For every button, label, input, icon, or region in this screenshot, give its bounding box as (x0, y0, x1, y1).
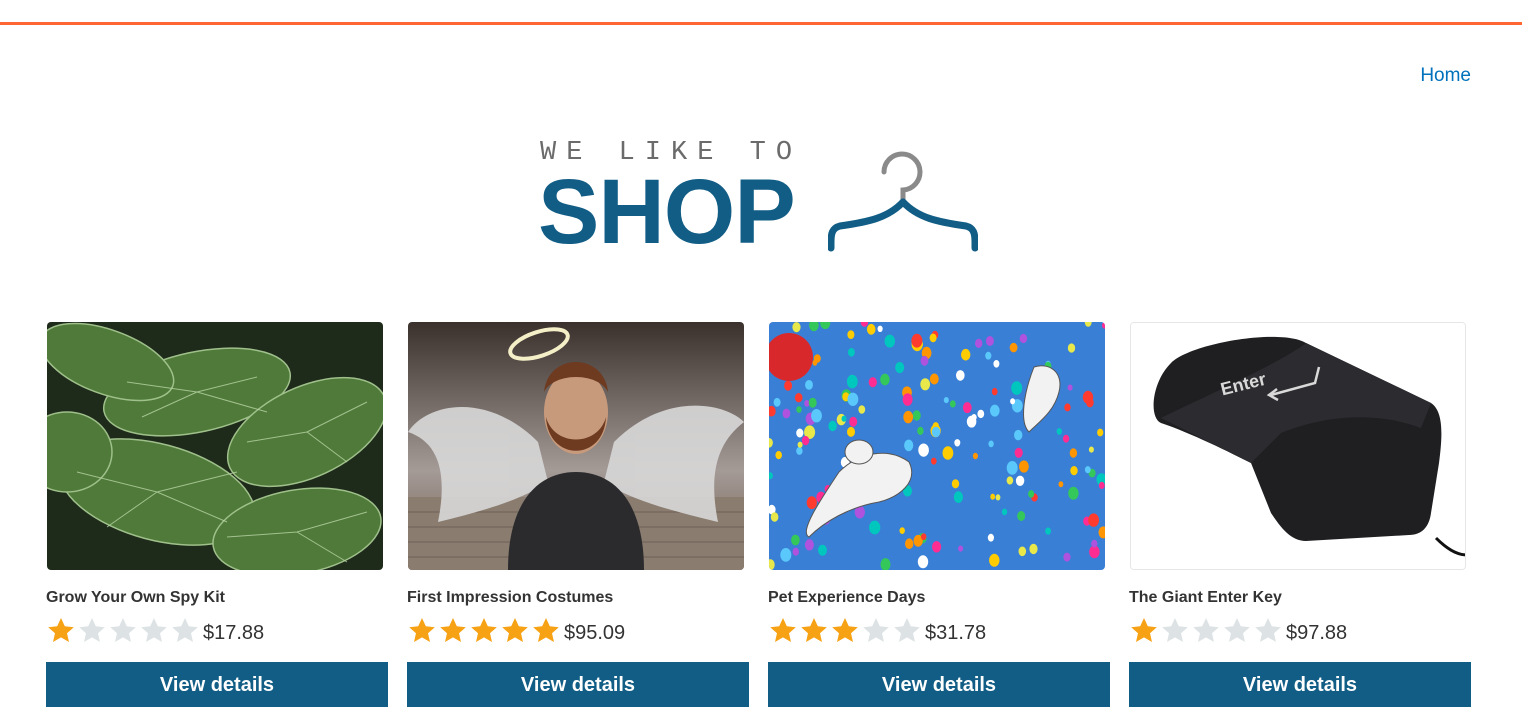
product-title: Pet Experience Days (768, 589, 926, 606)
star-empty-icon (1222, 616, 1253, 644)
product-rating: $31.78 (768, 616, 986, 644)
header-accent-bar (0, 0, 1522, 25)
star-filled-icon (531, 616, 562, 644)
hanger-icon (828, 151, 978, 252)
leaves-image[interactable] (47, 322, 383, 570)
star-empty-icon (1191, 616, 1222, 644)
product-price: $31.78 (925, 621, 987, 644)
rating-stars (768, 616, 923, 644)
shop-logo[interactable]: WE LIKE TO SHOP (538, 138, 988, 258)
logo-wordmark: SHOP (538, 161, 796, 263)
rating-stars (407, 616, 562, 644)
product-grid: Grow Your Own Spy Kit $17.88 View detail… (46, 321, 1476, 721)
angel-man-image[interactable] (408, 322, 744, 570)
nav-home-link[interactable]: Home (1420, 65, 1471, 87)
star-filled-icon (469, 616, 500, 644)
product-title: The Giant Enter Key (1129, 589, 1282, 606)
star-empty-icon (1160, 616, 1191, 644)
view-details-button[interactable]: View details (1129, 662, 1471, 707)
star-filled-icon (799, 616, 830, 644)
product-card: Pet Experience Days $31.78 View details (768, 321, 1110, 707)
star-filled-icon (830, 616, 861, 644)
star-filled-icon (1129, 616, 1160, 644)
star-filled-icon (46, 616, 77, 644)
star-empty-icon (77, 616, 108, 644)
star-empty-icon (1253, 616, 1284, 644)
star-empty-icon (139, 616, 170, 644)
star-filled-icon (407, 616, 438, 644)
view-details-button[interactable]: View details (768, 662, 1110, 707)
product-card: Enter The Giant Enter Key $97.88 View de… (1129, 321, 1471, 707)
product-card: First Impression Costumes $95.09 View de… (407, 321, 749, 707)
view-details-button[interactable]: View details (46, 662, 388, 707)
product-price: $17.88 (203, 621, 265, 644)
star-empty-icon (861, 616, 892, 644)
product-card: Grow Your Own Spy Kit $17.88 View detail… (46, 321, 388, 707)
star-filled-icon (438, 616, 469, 644)
balloon-dogs-image[interactable] (769, 322, 1105, 570)
product-title: Grow Your Own Spy Kit (46, 589, 225, 606)
star-empty-icon (108, 616, 139, 644)
view-details-button[interactable]: View details (407, 662, 749, 707)
star-empty-icon (892, 616, 923, 644)
star-empty-icon (170, 616, 201, 644)
product-price: $95.09 (564, 621, 626, 644)
enter-key-image[interactable]: Enter (1130, 322, 1466, 570)
product-price: $97.88 (1286, 621, 1348, 644)
product-title: First Impression Costumes (407, 589, 614, 606)
product-rating: $95.09 (407, 616, 625, 644)
rating-stars (1129, 616, 1284, 644)
rating-stars (46, 616, 201, 644)
product-rating: $17.88 (46, 616, 264, 644)
product-rating: $97.88 (1129, 616, 1347, 644)
star-filled-icon (768, 616, 799, 644)
star-filled-icon (500, 616, 531, 644)
